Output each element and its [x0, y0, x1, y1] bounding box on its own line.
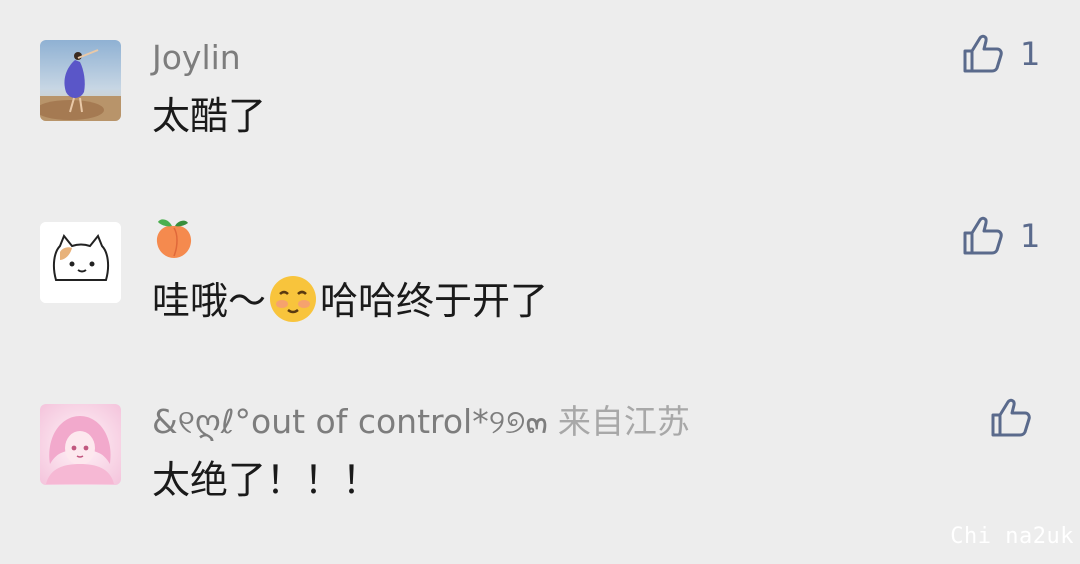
comment-author-name[interactable]: &୧ღℓ°out of control*୨୭๓ [152, 402, 548, 441]
thumbs-up-icon [963, 34, 1003, 73]
avatar[interactable] [40, 40, 121, 121]
comment-item: &୧ღℓ°out of control*୨୭๓ 来自江苏 太绝了！！！ [0, 398, 1080, 564]
comment-text-before: 哇哦～ [152, 279, 267, 323]
comment-text: 太酷了 [152, 94, 267, 138]
dancer-avatar-image [40, 40, 121, 121]
peach-emoji-icon [156, 219, 192, 258]
thumbs-up-icon [991, 398, 1031, 437]
like-count: 1 [1020, 217, 1041, 255]
like-button[interactable] [990, 396, 1032, 440]
thumbs-up-icon [963, 216, 1003, 255]
like-count: 1 [1020, 35, 1041, 73]
cat-avatar-image [40, 222, 121, 303]
comment-text-after: 哈哈终于开了 [320, 279, 549, 323]
comment-author[interactable]: &୧ღℓ°out of control*୨୭๓ 来自江苏 [152, 402, 690, 442]
anime-girl-avatar-image [40, 404, 121, 485]
avatar[interactable] [40, 222, 121, 303]
comment-item: Joylin 太酷了 1 [0, 34, 1080, 200]
comment-author[interactable] [152, 216, 196, 260]
like-button[interactable]: 1 [962, 32, 1040, 76]
like-button[interactable]: 1 [962, 214, 1040, 258]
comment-text: 哇哦～ 哈哈终于开了 [152, 274, 548, 325]
comment-item: 哇哦～ 哈哈终于开了 1 [0, 216, 1080, 382]
avatar[interactable] [40, 404, 121, 485]
flushed-smile-emoji-icon [270, 276, 317, 322]
comment-text: 太绝了！！！ [152, 458, 381, 502]
comment-location: 来自江苏 [557, 402, 690, 441]
watermark: Chi na2uk [950, 524, 1074, 549]
comment-author[interactable]: Joylin [152, 38, 241, 78]
